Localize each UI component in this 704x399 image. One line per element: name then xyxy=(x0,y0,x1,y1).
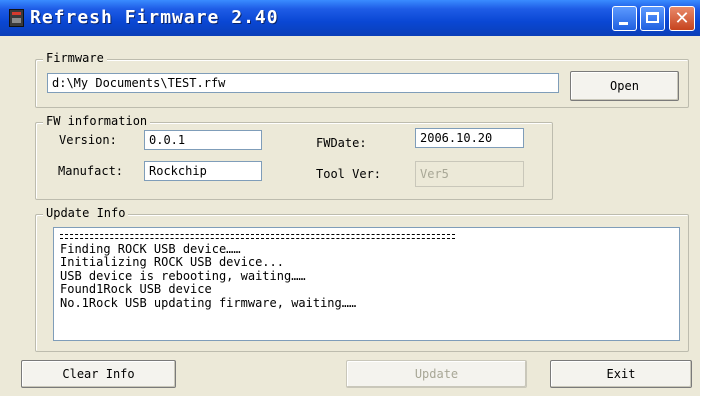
refresh-firmware-window: Refresh Firmware 2.40 ✕ Firmware d:\My D… xyxy=(0,0,700,396)
log-line: Found1Rock USB device xyxy=(60,282,212,297)
open-button[interactable]: Open xyxy=(570,71,679,101)
update-info-legend: Update Info xyxy=(43,206,129,220)
window-title: Refresh Firmware 2.40 xyxy=(30,7,279,28)
manufacturer-label: Manufact: xyxy=(58,164,124,178)
log-line: Initializing ROCK USB device... xyxy=(60,255,284,270)
fwdate-field[interactable]: 2006.10.20 xyxy=(415,128,524,148)
clear-info-button[interactable]: Clear Info xyxy=(21,360,176,388)
log-separator xyxy=(60,234,455,239)
firmware-legend: Firmware xyxy=(43,51,107,65)
minimize-button[interactable] xyxy=(612,6,637,31)
manufacturer-field[interactable]: Rockchip xyxy=(144,161,262,181)
version-field[interactable]: 0.0.1 xyxy=(144,130,262,150)
update-log-box[interactable]: Finding ROCK USB device…… Initializing R… xyxy=(53,227,680,341)
fwdate-label: FWDate: xyxy=(316,136,367,150)
close-button[interactable]: ✕ xyxy=(669,6,695,31)
tool-version-label: Tool Ver: xyxy=(316,167,382,181)
maximize-button[interactable] xyxy=(640,6,665,31)
minimize-icon xyxy=(619,22,628,25)
log-line: No.1Rock USB updating firmware, waiting…… xyxy=(60,295,357,310)
log-line: USB device is rebooting, waiting…… xyxy=(60,268,306,283)
exit-button[interactable]: Exit xyxy=(550,360,692,388)
log-line: Finding ROCK USB device…… xyxy=(60,242,241,256)
maximize-icon xyxy=(646,12,659,23)
firmware-path-field[interactable]: d:\My Documents\TEST.rfw xyxy=(47,73,559,93)
update-button[interactable]: Update xyxy=(346,360,527,388)
title-bar[interactable]: Refresh Firmware 2.40 ✕ xyxy=(0,0,700,36)
close-icon: ✕ xyxy=(674,8,690,29)
version-label: Version: xyxy=(59,133,117,147)
tool-version-field: Ver5 xyxy=(415,161,524,187)
fw-information-legend: FW information xyxy=(43,114,151,128)
app-icon xyxy=(9,9,24,27)
